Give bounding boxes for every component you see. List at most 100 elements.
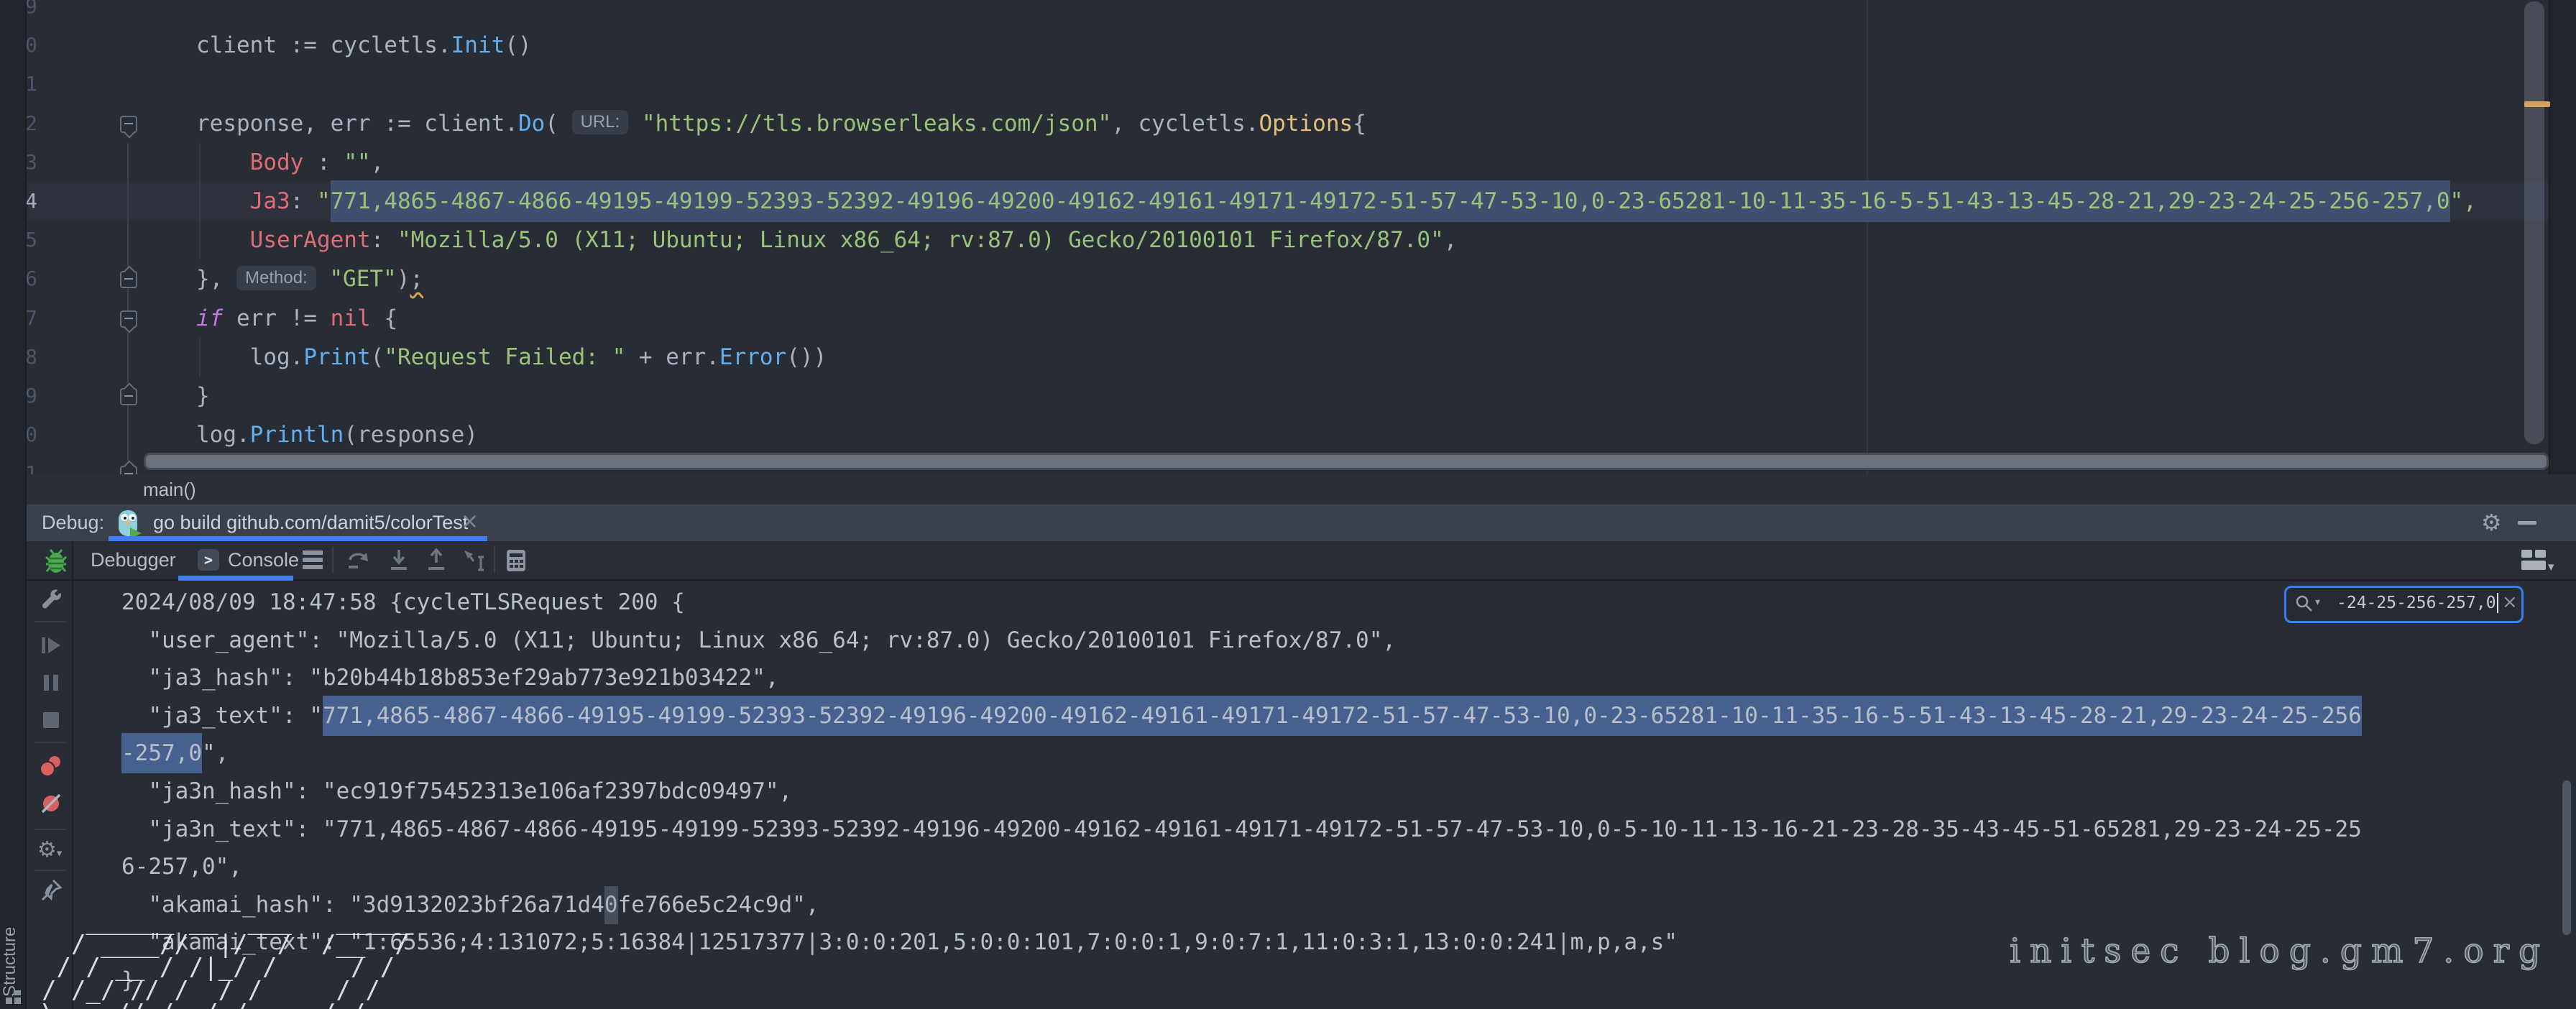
ascii-art-watermark: ______ __ ___ _____ / ____// |/ / /__ / … [42,910,410,1009]
step-over-icon[interactable] [347,548,370,573]
close-icon[interactable]: × [2502,588,2518,618]
code-token: Init [451,32,505,58]
text-caret-block [604,886,618,924]
console-line[interactable]: "ja3_text": "771,4865-4867-4866-49195-49… [121,697,2362,735]
warning-stripe-mark[interactable] [2524,101,2550,107]
code-token: ( [371,344,385,370]
resume-icon[interactable] [37,632,65,659]
code-line[interactable]: }, Method: "GET"); [196,259,423,298]
breadcrumb-bar: main() [25,474,2576,506]
sidebar-item-structure[interactable]: Structure [0,922,24,1001]
separator [332,547,334,573]
right-margin-guide [1867,0,1868,474]
console-text: "user_agent": "Mozilla/5.0 (X11; Ubuntu;… [121,627,1396,653]
code-token: nil [331,305,371,331]
code-token: : [290,188,317,214]
code-token: ", [2450,188,2477,214]
debug-label: Debug: [42,504,104,541]
settings-gear-icon[interactable]: ⚙▾ [37,835,69,865]
fold-marker-icon[interactable] [120,466,137,474]
fold-marker-icon[interactable] [120,388,137,405]
code-token: "" [344,149,370,175]
gear-icon[interactable]: ⚙ [2481,504,2502,541]
window-layout-icon[interactable] [6,990,22,1005]
console-line[interactable]: "ja3_hash": "b20b44b18b853ef29ab773e921b… [121,659,779,697]
code-token: , [371,149,385,175]
horizontal-scrollbar[interactable] [144,453,2549,470]
code-token: Println [250,422,344,448]
separator [34,870,66,871]
code-token: "Mozilla/5.0 (X11; Ubuntu; Linux x86_64;… [397,227,1444,253]
console-line[interactable]: 2024/08/09 18:47:58 {cycleTLSRequest 200… [121,584,685,622]
layout-settings-icon[interactable] [2521,550,2546,570]
console-text: -257,0 [121,733,202,773]
chevron-down-icon[interactable]: ▾ [2315,596,2320,608]
fold-marker-icon[interactable] [120,116,137,133]
code-line[interactable]: } [196,377,210,415]
step-out-icon[interactable] [426,548,447,573]
code-token: : [303,149,344,175]
run-to-cursor-icon[interactable] [462,548,488,573]
pin-icon[interactable] [37,876,65,903]
vertical-scrollbar[interactable] [2524,1,2544,444]
console-scrollbar[interactable] [2562,780,2571,935]
code-line[interactable]: log.Print("Request Failed: " + err.Error… [196,338,827,377]
debug-bug-icon [42,545,70,576]
code-token: ()) [786,344,827,370]
code-token: { [1353,111,1366,137]
console-text: ", [202,740,229,766]
ide-window: 9101112131415161718192021 client := cycl… [0,0,2576,1009]
code-token: 771,4865-4867-4866-49195-49199-52393-523… [331,180,2450,222]
debug-toolwindow-header: Debug: go build github.com/damit5/colorT… [25,504,2576,541]
tab-debugger[interactable]: Debugger [91,541,176,579]
code-line[interactable]: client := cycletls.Init() [196,26,532,65]
code-line[interactable]: UserAgent: "Mozilla/5.0 (X11; Ubuntu; Li… [196,221,1457,259]
search-input[interactable]: -24-25-256-257,0 [2337,588,2496,618]
separator [34,742,66,743]
code-token: response, err := client. [196,111,518,137]
console-line[interactable]: "user_agent": "Mozilla/5.0 (X11; Ubuntu;… [121,622,1396,660]
code-token: ( [545,111,571,137]
code-token: ) [397,266,410,292]
code-line[interactable]: Body : "", [196,143,384,182]
error-stripe[interactable] [2549,0,2576,504]
active-tab-underline [178,576,293,581]
console-line[interactable]: "ja3n_text": "771,4865-4867-4866-49195-4… [121,811,2362,849]
breadcrumb[interactable]: main() [143,474,196,504]
code-token: } [196,383,210,409]
code-line[interactable]: Ja3: "771,4865-4867-4866-49195-49199-523… [196,182,2477,221]
code-editor[interactable]: 9101112131415161718192021 client := cycl… [0,0,2576,474]
separator [34,829,66,830]
pause-icon[interactable] [37,669,65,696]
console-icon: > [198,549,219,571]
step-into-icon[interactable] [388,548,410,573]
stop-icon[interactable] [37,706,65,734]
console-line[interactable]: -257,0", [121,734,229,773]
code-token: err != [236,305,331,331]
code-line[interactable]: if err != nil { [196,299,397,338]
code-token: log. [196,422,250,448]
inlay-hint: Method: [236,266,316,290]
chevron-down-icon: ▾ [2548,560,2554,574]
fold-marker-icon[interactable] [120,310,137,328]
console-line[interactable]: "ja3n_hash": "ec919f75452313e106af2397bd… [121,773,792,811]
options-menu-icon[interactable] [302,548,323,571]
code-token: , [1444,227,1458,253]
tab-console[interactable]: Console [228,541,299,579]
console-line[interactable]: 6-257,0", [121,848,242,886]
code-token: (response) [344,422,478,448]
rerun-wrench-icon[interactable] [37,587,65,614]
active-tab-underline [109,536,487,541]
separator [34,621,66,622]
code-line[interactable]: log.Println(response) [196,415,478,454]
code-token: "Request Failed: " [384,344,625,370]
evaluate-expression-icon[interactable] [505,548,527,573]
search-field[interactable]: ▾ -24-25-256-257,0 × [2284,586,2524,623]
minimize-icon[interactable] [2518,521,2536,525]
view-breakpoints-icon[interactable] [37,752,65,780]
fold-marker-icon[interactable] [120,271,137,288]
console-text: "ja3n_hash": "ec919f75452313e106af2397bd… [121,778,792,804]
code-token: , cycletls. [1111,111,1259,137]
mute-breakpoints-icon[interactable] [37,790,65,817]
code-line[interactable]: response, err := client.Do( URL: "https:… [196,104,1366,143]
